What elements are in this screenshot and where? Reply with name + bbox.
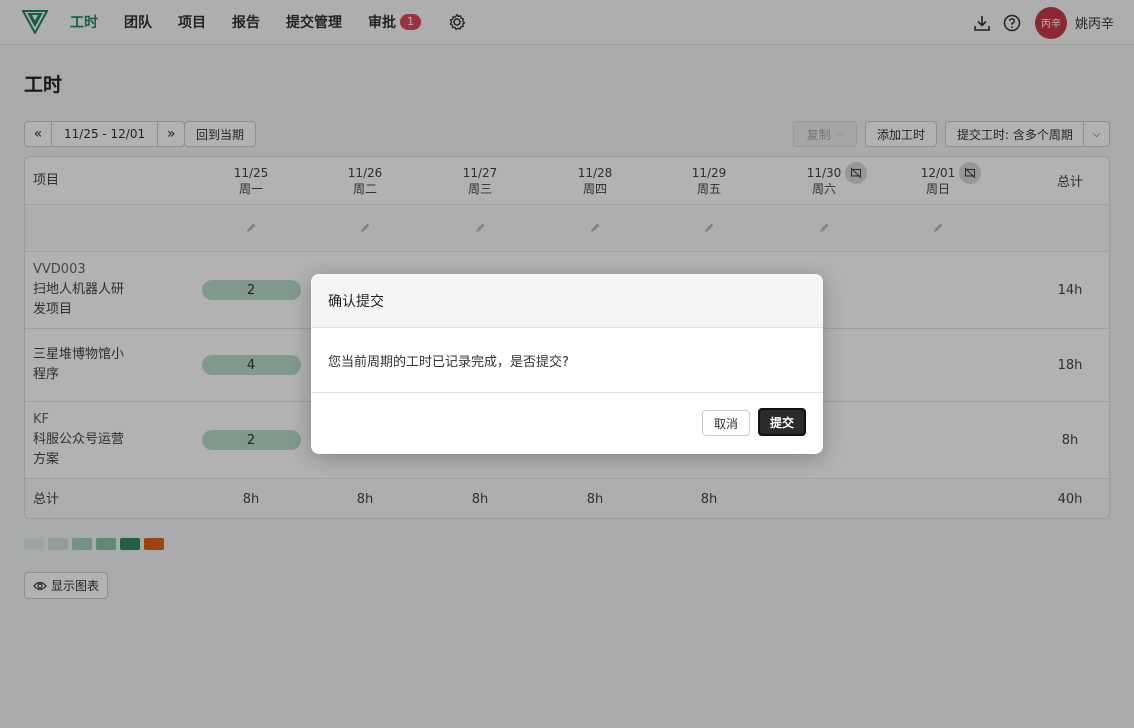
- dialog-header: 确认提交: [311, 274, 823, 328]
- confirm-submit-dialog: 确认提交 您当前周期的工时已记录完成，是否提交? 取消 提交: [311, 274, 823, 454]
- dialog-message: 您当前周期的工时已记录完成，是否提交?: [328, 354, 569, 370]
- dialog-title: 确认提交: [328, 293, 384, 310]
- dialog-footer: 取消 提交: [311, 393, 823, 453]
- dialog-body: 您当前周期的工时已记录完成，是否提交?: [311, 328, 823, 393]
- cancel-button[interactable]: 取消: [702, 410, 750, 436]
- confirm-submit-button[interactable]: 提交: [758, 408, 806, 436]
